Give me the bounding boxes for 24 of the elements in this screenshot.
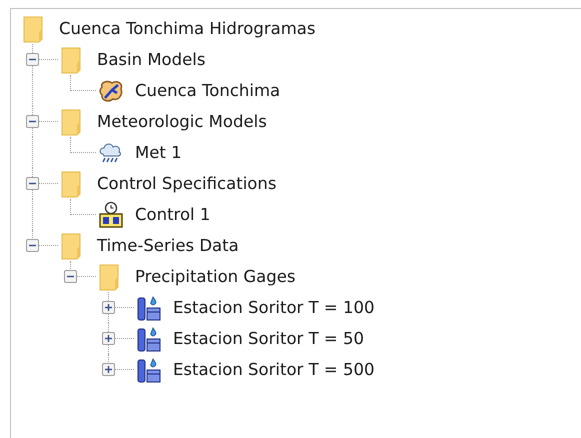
rain-gauge-icon bbox=[136, 294, 162, 322]
collapse-toggle[interactable] bbox=[26, 115, 39, 128]
collapse-toggle[interactable] bbox=[26, 53, 39, 66]
collapse-toggle[interactable] bbox=[64, 270, 77, 283]
collapse-toggle[interactable] bbox=[26, 239, 39, 252]
expand-toggle[interactable] bbox=[102, 301, 115, 314]
rain-gauge-icon bbox=[136, 324, 162, 352]
tree-item-label[interactable]: Estacion Soritor T = 50 bbox=[173, 329, 364, 348]
tree-item-label[interactable]: Estacion Soritor T = 100 bbox=[173, 298, 374, 317]
tree-item-label[interactable]: Estacion Soritor T = 500 bbox=[173, 360, 374, 379]
expand-toggle[interactable] bbox=[102, 363, 115, 376]
tree-item-label[interactable]: Met 1 bbox=[135, 143, 182, 162]
tree-item-label[interactable]: Control Specifications bbox=[97, 174, 276, 193]
tree-item-label[interactable]: Cuenca Tonchima bbox=[135, 81, 280, 100]
clock-calendar-icon bbox=[98, 200, 124, 228]
rain-gauge-icon bbox=[136, 356, 162, 384]
tree-item-label[interactable]: Meteorologic Models bbox=[97, 112, 267, 131]
expand-toggle[interactable] bbox=[102, 332, 115, 345]
collapse-toggle[interactable] bbox=[26, 177, 39, 190]
tree-item-label[interactable]: Basin Models bbox=[97, 50, 206, 69]
tree-item-label[interactable]: Time-Series Data bbox=[97, 236, 239, 255]
tree-item-label[interactable]: Control 1 bbox=[135, 205, 210, 224]
tree-item-label[interactable]: Cuenca Tonchima Hidrogramas bbox=[59, 19, 316, 38]
tree-item-label[interactable]: Precipitation Gages bbox=[135, 267, 296, 286]
